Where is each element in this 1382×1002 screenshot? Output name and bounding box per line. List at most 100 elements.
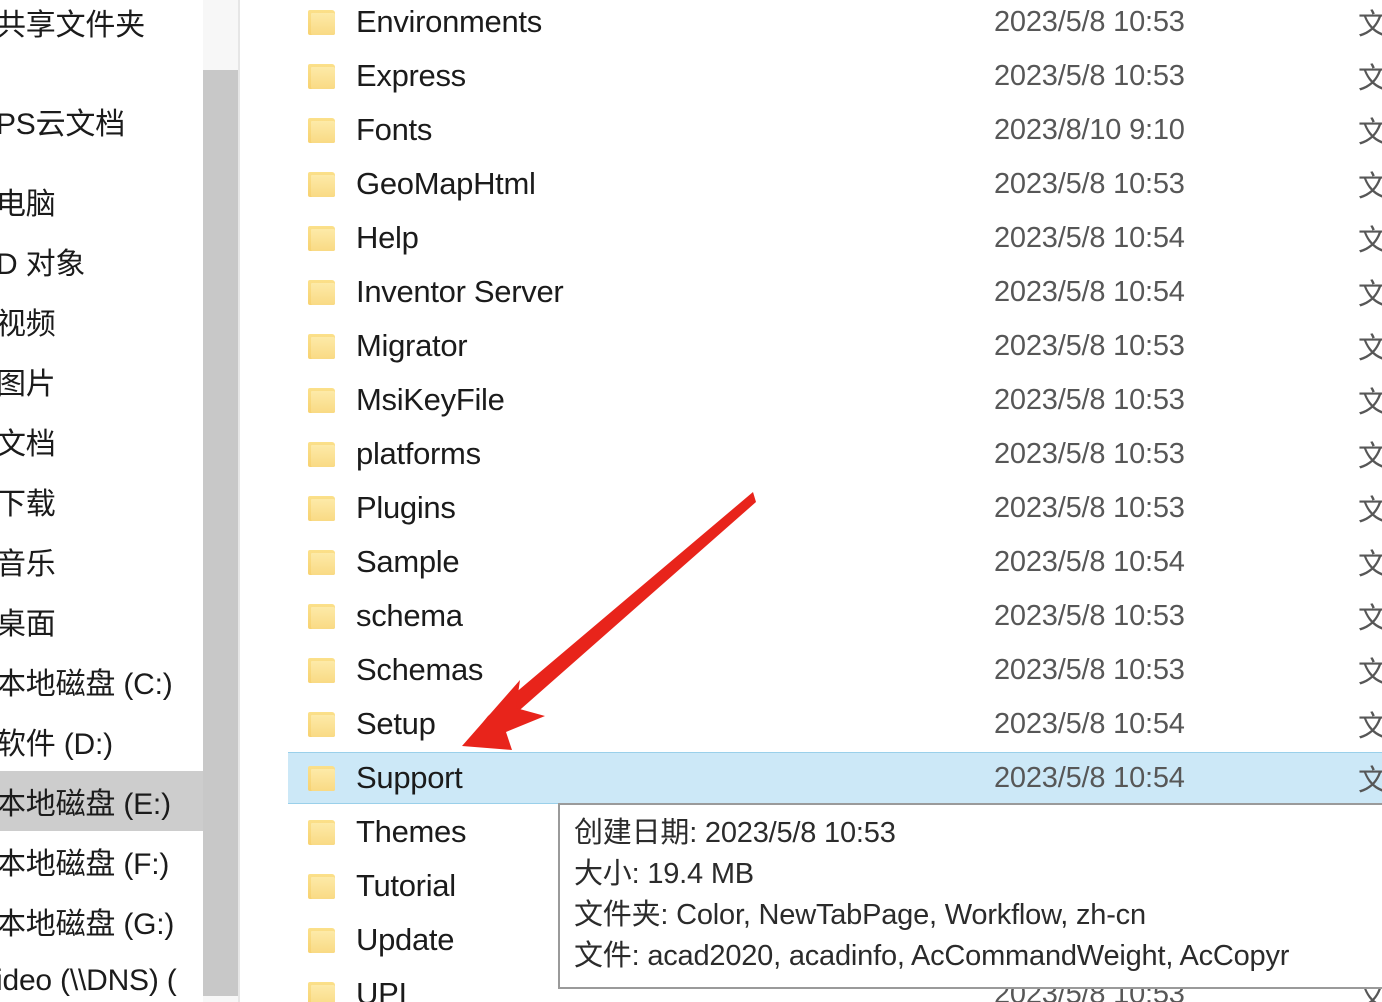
folder-icon [308,926,338,954]
file-name: Support [356,760,463,795]
folder-icon [308,548,338,576]
file-row[interactable]: Inventor Server 2023/5/8 10:54 文件夹 [288,266,1382,318]
file-type: 文件夹 [1358,117,1382,149]
folder-icon [308,224,338,252]
file-type: 文件夹 [1358,657,1382,689]
folder-icon [308,332,338,360]
file-type: 文件夹 [1358,279,1382,311]
nav-item-label: 软件 (D:) [0,728,113,761]
nav-item[interactable]: 文档 [0,411,203,471]
nav-item[interactable]: 本地磁盘 (C:) [0,651,203,711]
nav-item[interactable]: PS云文档 [0,91,203,151]
file-name: platforms [356,436,481,471]
tooltip-line: 大小: 19.4 MB [574,858,754,890]
file-name: schema [356,598,463,633]
file-row[interactable]: Express 2023/5/8 10:53 文件夹 [288,50,1382,102]
file-row[interactable]: Environments 2023/5/8 10:53 文件夹 [288,0,1382,48]
folder-icon [308,980,338,1002]
file-name: Fonts [356,112,433,147]
file-modified-date: 2023/8/10 9:10 [994,113,1185,146]
nav-item-label: 本地磁盘 (G:) [0,908,175,941]
tooltip-line: 文件夹: Color, NewTabPage, Workflow, zh-cn [574,899,1146,931]
file-name: Help [356,220,419,255]
nav-item[interactable]: 本地磁盘 (G:) [0,891,203,951]
nav-scrollbar-thumb[interactable] [203,70,238,996]
file-name: Environments [356,4,542,39]
nav-item[interactable]: 共享文件夹 [0,0,203,52]
nav-item-label: 文档 [0,428,56,461]
nav-item[interactable]: 音乐 [0,531,203,591]
nav-item[interactable]: 软件 (D:) [0,711,203,771]
folder-icon [308,818,338,846]
file-type: 文件夹 [1358,387,1382,419]
file-row[interactable]: Migrator 2023/5/8 10:53 文件夹 [288,320,1382,372]
file-name: Schemas [356,652,484,687]
folder-icon [308,278,338,306]
nav-item-label: 视频 [0,308,56,341]
navigation-pane[interactable]: 共享文件夹 PS云文档电脑 D 对象视频图片文档下载音乐桌面本地磁盘 (C:) 软件 … [0,0,203,1002]
file-row[interactable]: Fonts 2023/8/10 9:10 文件夹 [288,104,1382,156]
file-row[interactable]: MsiKeyFile 2023/5/8 10:53 文件夹 [288,374,1382,426]
file-modified-date: 2023/5/8 10:54 [994,221,1185,254]
file-name: Setup [356,706,436,741]
nav-item[interactable]: 电脑 [0,171,203,231]
file-type: 文件夹 [1358,495,1382,527]
folder-icon [308,656,338,684]
file-name: Update [356,922,455,957]
folder-icon [308,764,338,792]
file-row[interactable]: Setup 2023/5/8 10:54 文件夹 [288,698,1382,750]
nav-item[interactable]: 本地磁盘 (E:) [0,771,203,831]
file-name: Migrator [356,328,468,363]
nav-item-label: ideo (\\DNS) ( [0,964,177,997]
nav-item[interactable]: ideo (\\DNS) ( [0,951,203,1002]
nav-item[interactable]: D 对象 [0,231,203,291]
file-row[interactable]: GeoMapHtml 2023/5/8 10:53 文件夹 [288,158,1382,210]
file-type: 文件夹 [1358,603,1382,635]
nav-item-label: 图片 [0,368,56,401]
tooltip-line: 创建日期: 2023/5/8 10:53 [574,817,896,849]
folder-icon [308,170,338,198]
file-name: Plugins [356,490,456,525]
nav-item-label: 本地磁盘 (C:) [0,668,173,701]
file-row[interactable]: platforms 2023/5/8 10:53 文件夹 [288,428,1382,480]
file-modified-date: 2023/5/8 10:53 [994,5,1185,38]
folder-tooltip: 创建日期: 2023/5/8 10:53 大小: 19.4 MB 文件夹: Colo… [558,803,1382,989]
file-name: UPI [356,976,407,1002]
file-modified-date: 2023/5/8 10:53 [994,167,1185,200]
nav-item[interactable]: 图片 [0,351,203,411]
nav-item[interactable]: 视频 [0,291,203,351]
file-modified-date: 2023/5/8 10:53 [994,437,1185,470]
folder-icon [308,602,338,630]
file-name: Express [356,58,466,93]
file-modified-date: 2023/5/8 10:53 [994,59,1185,92]
folder-icon [308,8,338,36]
file-row[interactable]: Help 2023/5/8 10:54 文件夹 [288,212,1382,264]
nav-item-label: 桌面 [0,608,56,641]
file-modified-date: 2023/5/8 10:54 [994,761,1185,794]
folder-icon [308,62,338,90]
file-row[interactable]: Schemas 2023/5/8 10:53 文件夹 [288,644,1382,696]
file-row-selected[interactable]: Support 2023/5/8 10:54 文件夹 [288,752,1382,804]
file-name: GeoMapHtml [356,166,536,201]
nav-item[interactable]: 本地磁盘 (F:) [0,831,203,891]
file-row[interactable]: Plugins 2023/5/8 10:53 文件夹 [288,482,1382,534]
nav-item-label: 音乐 [0,548,56,581]
file-modified-date: 2023/5/8 10:54 [994,707,1185,740]
file-name: Tutorial [356,868,456,903]
file-modified-date: 2023/5/8 10:53 [994,383,1185,416]
file-name: Sample [356,544,460,579]
file-name: MsiKeyFile [356,382,505,417]
file-modified-date: 2023/5/8 10:53 [994,599,1185,632]
file-modified-date: 2023/5/8 10:53 [994,491,1185,524]
file-row[interactable]: Sample 2023/5/8 10:54 文件夹 [288,536,1382,588]
folder-icon [308,116,338,144]
folder-icon [308,440,338,468]
explorer-window: 共享文件夹 PS云文档电脑 D 对象视频图片文档下载音乐桌面本地磁盘 (C:) 软件 … [0,0,1382,1002]
nav-item-label: D 对象 [0,248,86,281]
file-type: 文件夹 [1358,549,1382,581]
nav-item[interactable]: 下载 [0,471,203,531]
file-row[interactable]: schema 2023/5/8 10:53 文件夹 [288,590,1382,642]
file-type: 文件夹 [1358,225,1382,257]
folder-icon [308,494,338,522]
nav-item[interactable]: 桌面 [0,591,203,651]
